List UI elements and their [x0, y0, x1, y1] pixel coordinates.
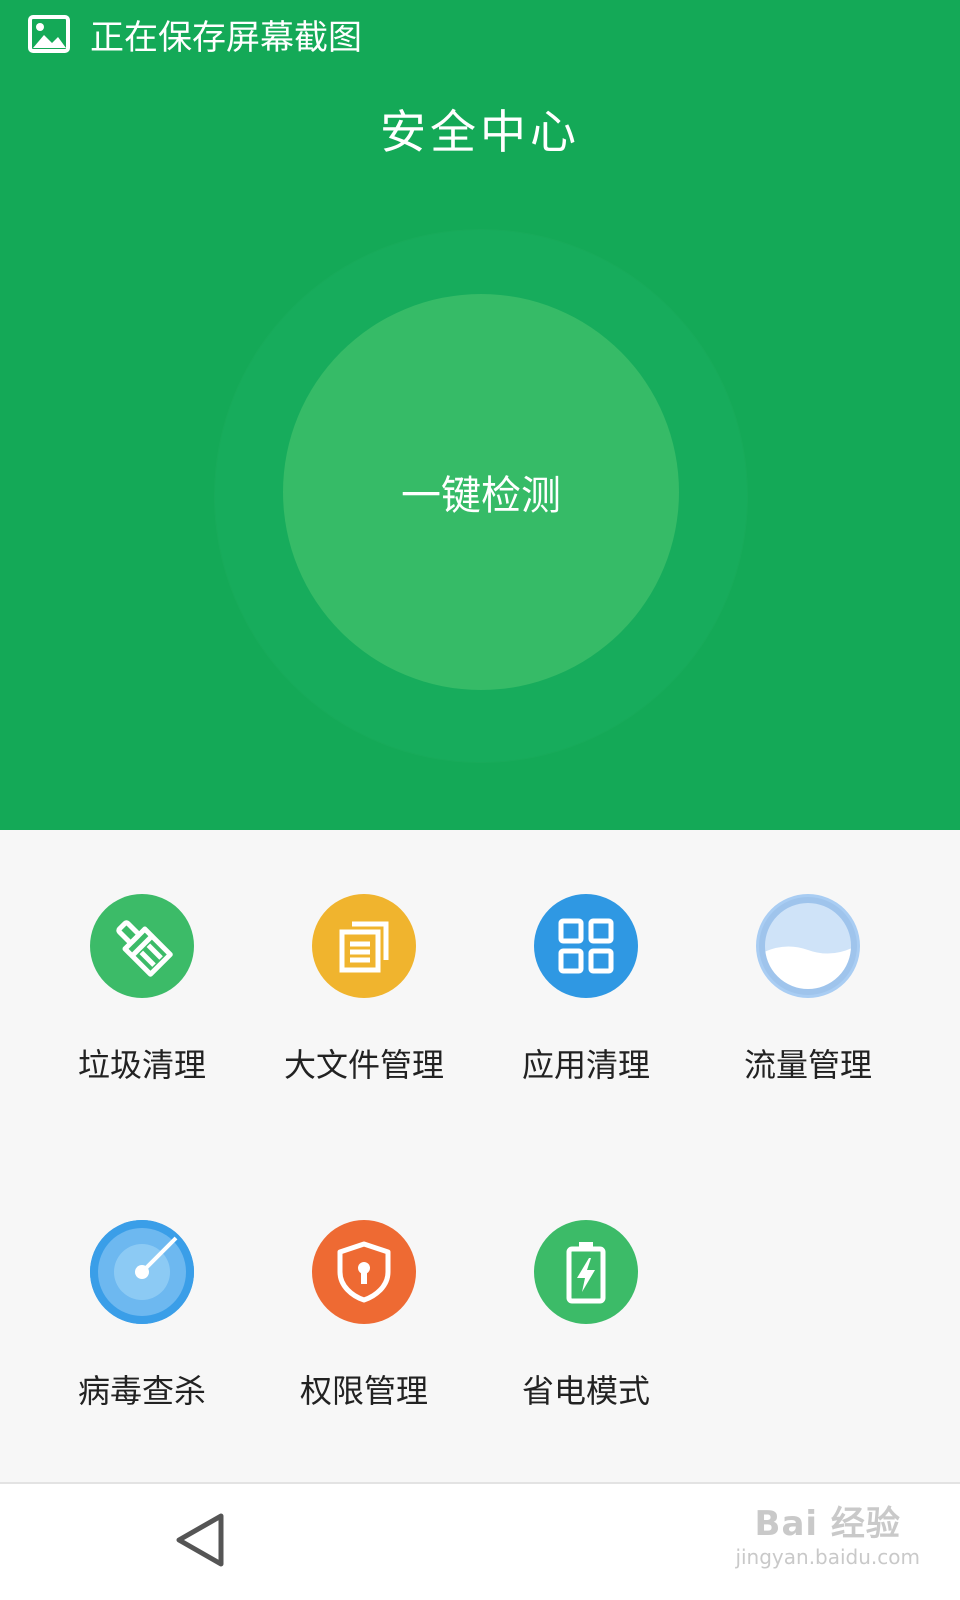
- back-triangle-icon: [173, 1510, 227, 1574]
- tool-label: 大文件管理: [283, 1046, 444, 1084]
- tool-power-saving-mode[interactable]: 省电模式: [476, 1156, 696, 1416]
- battery-charging-icon: [534, 1220, 638, 1324]
- watermark-url: jingyan.baidu.com: [735, 1545, 920, 1569]
- documents-icon: [312, 894, 416, 998]
- data-usage-icon: [756, 894, 860, 998]
- tool-permission-management[interactable]: 权限管理: [254, 1156, 474, 1416]
- tool-data-management[interactable]: 流量管理: [698, 830, 918, 1090]
- screenshot-saving-text: 正在保存屏幕截图: [90, 17, 362, 58]
- tool-app-cleanup[interactable]: 应用清理: [476, 830, 696, 1090]
- tool-label: 权限管理: [299, 1372, 428, 1410]
- page-title: 安全中心: [380, 105, 580, 159]
- tool-large-file-management[interactable]: 大文件管理: [254, 830, 474, 1090]
- back-button[interactable]: [160, 1502, 240, 1582]
- header-panel: 正在保存屏幕截图 安全中心 一键检测: [0, 0, 960, 830]
- image-icon: [28, 15, 70, 53]
- tool-junk-cleanup[interactable]: 垃圾清理: [32, 830, 252, 1090]
- tool-virus-scan[interactable]: 病毒查杀: [32, 1156, 252, 1416]
- broom-icon: [90, 894, 194, 998]
- one-click-scan-button[interactable]: 一键检测: [283, 294, 679, 690]
- baidu-jingyan-watermark: Bai 经验 jingyan.baidu.com: [735, 1496, 920, 1569]
- tool-label: 病毒查杀: [77, 1372, 206, 1410]
- shield-lock-icon: [312, 1220, 416, 1324]
- tool-label: 流量管理: [743, 1046, 872, 1084]
- tools-grid: 垃圾清理 大文件管理 应用清理 流量管理 病毒查杀 权限管理 省电模式: [0, 830, 960, 1482]
- app-grid-icon: [534, 894, 638, 998]
- radar-icon: [90, 1220, 194, 1324]
- status-bar: 正在保存屏幕截图: [28, 6, 362, 62]
- tool-label: 垃圾清理: [77, 1046, 206, 1084]
- tool-label: 应用清理: [521, 1046, 650, 1084]
- navigation-bar: Bai 经验 jingyan.baidu.com: [0, 1482, 960, 1600]
- tool-label: 省电模式: [521, 1372, 650, 1410]
- watermark-main: Bai 经验: [754, 1504, 901, 1544]
